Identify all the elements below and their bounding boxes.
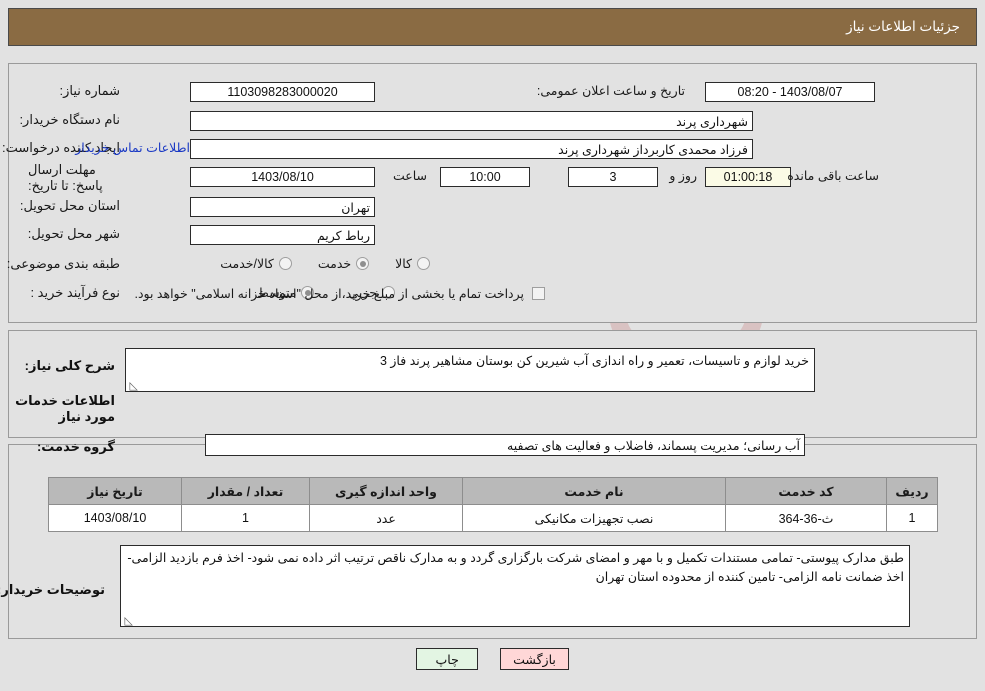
category-option-kala-khedmat-label: کالا/خدمت <box>220 257 274 271</box>
category-option-kala[interactable]: کالا <box>395 256 430 271</box>
province-value: تهران <box>190 197 375 217</box>
process-label: نوع فرآیند خرید : <box>30 285 120 300</box>
table-row[interactable]: 1 ث-36-364 نصب تجهیزات مکانیکی عدد 1 140… <box>48 504 938 532</box>
need-number-label-wrap: شماره نیاز: <box>60 83 120 99</box>
need-number-value: 1103098283000020 <box>190 82 375 102</box>
buyer-notes-label-wrap: توضیحات خریدار: <box>0 582 105 598</box>
treasury-note-text: پرداخت تمام یا بخشی از مبلغ خرید،از محل … <box>134 287 524 301</box>
deadline-label: مهلت ارسال پاسخ: تا تاریخ: <box>28 162 103 194</box>
resize-handle-icon[interactable]: ◺ <box>128 381 138 392</box>
col-index: ردیف <box>886 477 938 505</box>
description-textarea[interactable]: خرید لوازم و تاسیسات، تعمیر و راه اندازی… <box>125 348 815 392</box>
treasury-note-wrap: پرداخت تمام یا بخشی از مبلغ خرید،از محل … <box>134 286 545 301</box>
remaining-days-value: 3 <box>568 167 658 187</box>
deadline-date-value: 1403/08/10 <box>190 167 375 187</box>
radio-icon-kala[interactable] <box>417 257 430 270</box>
col-code: کد خدمت <box>725 477 887 505</box>
city-value: رباط کریم <box>190 225 375 245</box>
table-header-row: ردیف کد خدمت نام خدمت واحد اندازه گیری ت… <box>48 477 938 505</box>
city-label-wrap: شهر محل تحویل: <box>28 226 120 242</box>
hour-label: ساعت <box>392 169 427 183</box>
deadline-time-value: 10:00 <box>440 167 530 187</box>
province-label-wrap: استان محل تحویل: <box>20 198 120 214</box>
buyer-contact-link[interactable]: اطلاعات تماس خریدار <box>75 140 190 155</box>
treasury-checkbox[interactable] <box>532 287 545 300</box>
category-radio-group: کالا خدمت کالا/خدمت <box>220 256 430 271</box>
col-need-date: تاریخ نیاز <box>48 477 182 505</box>
hour-label-wrap: ساعت <box>393 168 427 183</box>
buyer-org-value: شهرداری پرند <box>190 111 753 131</box>
description-label-wrap: شرح کلی نیاز: <box>25 358 115 374</box>
cell-index: 1 <box>886 504 938 532</box>
buyer-notes-label: توضیحات خریدار: <box>0 582 105 597</box>
description-value: خرید لوازم و تاسیسات، تعمیر و راه اندازی… <box>379 354 809 368</box>
announce-datetime-label: تاریخ و ساعت اعلان عمومی: <box>536 84 685 98</box>
countdown-value: 01:00:18 <box>705 167 791 187</box>
cell-quantity: 1 <box>181 504 310 532</box>
services-section-heading: اطلاعات خدمات مورد نیاز <box>15 393 115 424</box>
cell-code: ث-36-364 <box>725 504 887 532</box>
resize-handle-icon[interactable]: ◺ <box>123 616 133 627</box>
buyer-contact-link-wrap[interactable]: اطلاعات تماس خریدار <box>75 140 190 155</box>
radio-icon-kala-khedmat[interactable] <box>278 257 292 270</box>
category-label-wrap: طبقه بندی موضوعی: <box>7 256 120 272</box>
need-info-panel <box>8 63 977 323</box>
service-group-label-wrap: گروه خدمت: <box>37 439 115 455</box>
announce-datetime-value: 1403/08/07 - 08:20 <box>705 82 875 102</box>
need-number-label: شماره نیاز: <box>59 83 120 98</box>
buyer-notes-textarea[interactable]: طبق مدارک پیوستی- تمامی مستندات تکمیل و … <box>120 545 910 627</box>
process-label-wrap: نوع فرآیند خرید : <box>30 285 120 301</box>
remaining-label-wrap: ساعت باقی مانده <box>787 168 879 183</box>
buyer-notes-value: طبق مدارک پیوستی- تمامی مستندات تکمیل و … <box>127 551 904 585</box>
description-label: شرح کلی نیاز: <box>24 358 115 373</box>
page-title: جزئیات اطلاعات نیاز <box>846 19 960 34</box>
col-quantity: تعداد / مقدار <box>181 477 310 505</box>
service-group-label: گروه خدمت: <box>36 439 115 454</box>
page-root: جزئیات اطلاعات نیاز AriaTender.net شماره… <box>0 0 985 691</box>
radio-icon-khedmat[interactable] <box>356 257 370 270</box>
cell-unit: عدد <box>309 504 463 532</box>
city-label: شهر محل تحویل: <box>27 226 120 241</box>
cell-name: نصب تجهیزات مکانیکی <box>462 504 726 532</box>
category-label: طبقه بندی موضوعی: <box>6 256 120 271</box>
category-option-kala-label: کالا <box>395 257 412 271</box>
services-table: ردیف کد خدمت نام خدمت واحد اندازه گیری ت… <box>48 477 938 532</box>
days-label: روز و <box>669 169 697 183</box>
requester-value: فرزاد محمدی کاربرداز شهرداری پرند <box>190 139 753 159</box>
page-header-bar: جزئیات اطلاعات نیاز <box>8 8 977 46</box>
category-option-kala-khedmat[interactable]: کالا/خدمت <box>220 256 292 271</box>
col-unit: واحد اندازه گیری <box>309 477 463 505</box>
service-group-value: آب رسانی؛ مدیریت پسماند، فاضلاب و فعالیت… <box>205 434 805 456</box>
print-button[interactable]: چاپ <box>416 648 479 670</box>
buyer-org-label-wrap: نام دستگاه خریدار: <box>19 112 120 128</box>
category-option-khedmat[interactable]: خدمت <box>317 256 370 271</box>
remaining-hours-label: ساعت باقی مانده <box>787 169 879 183</box>
back-button[interactable]: بازگشت <box>500 648 569 670</box>
province-label: استان محل تحویل: <box>19 198 120 213</box>
cell-need-date: 1403/08/10 <box>48 504 182 532</box>
deadline-label-wrap: مهلت ارسال پاسخ: تا تاریخ: <box>28 162 120 195</box>
buyer-org-label: نام دستگاه خریدار: <box>19 112 120 127</box>
category-option-khedmat-label: خدمت <box>317 257 352 271</box>
action-button-bar: بازگشت چاپ <box>0 648 985 670</box>
days-label-wrap: روز و <box>669 168 697 183</box>
announce-datetime-label-wrap: تاریخ و ساعت اعلان عمومی: <box>537 83 685 98</box>
col-name: نام خدمت <box>462 477 726 505</box>
